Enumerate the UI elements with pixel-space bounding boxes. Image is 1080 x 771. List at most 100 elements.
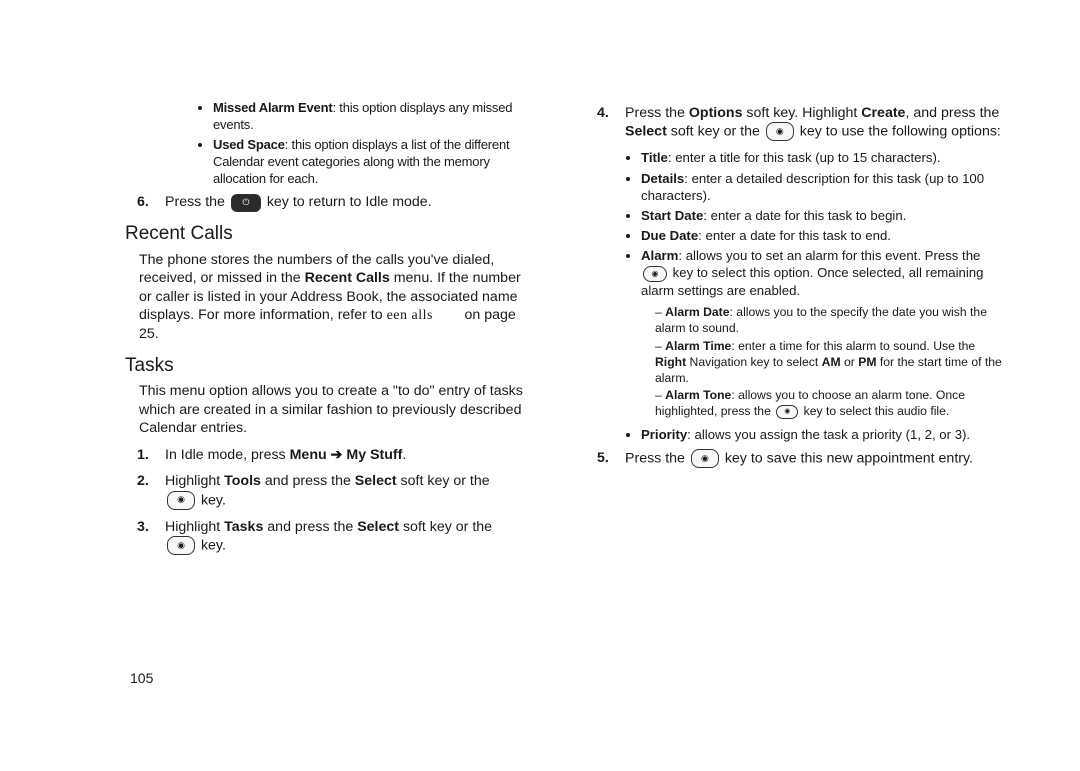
sub-bold: AM	[822, 355, 841, 369]
step-list-c: 4. Press the Options soft key. Highlight…	[585, 104, 1005, 141]
text: and press the	[263, 519, 357, 535]
options-list-tail: Priority: allows you assign the task a p…	[585, 426, 1005, 443]
step-3: 3. Highlight Tasks and press the Select …	[137, 518, 525, 555]
sub-text: key to select this audio file.	[800, 404, 949, 418]
list-item: Alarm Tone: allows you to choose an alar…	[655, 388, 1005, 420]
opt-text: key to select this option. Once selected…	[641, 265, 983, 298]
top-bullet-list: Missed Alarm Event: this option displays…	[125, 100, 525, 187]
right-column: 4. Press the Options soft key. Highlight…	[585, 100, 1005, 680]
sub-text: Navigation key to select	[686, 355, 822, 369]
step-text: Press the ⏻ key to return to Idle mode.	[165, 193, 432, 211]
sub-title: Alarm Date	[665, 305, 729, 319]
step-number: 3.	[137, 518, 165, 555]
text-bold: Create	[861, 105, 905, 121]
text: soft key or the	[399, 519, 492, 535]
step-pre: Press the	[165, 194, 229, 210]
step-post: key to return to Idle mode.	[263, 194, 432, 210]
step-number: 5.	[597, 449, 625, 468]
step-list-d: 5. Press the ◉ key to save this new appo…	[585, 449, 1005, 468]
text-bold: Select	[357, 519, 399, 535]
list-item: Start Date: enter a date for this task t…	[641, 207, 1005, 224]
step-text: In Idle mode, press Menu ➔ My Stuff.	[165, 446, 406, 464]
step-number: 1.	[137, 446, 165, 464]
text-bold: Tasks	[224, 519, 263, 535]
text: soft key or the	[667, 124, 764, 140]
sub-text: : enter a time for this alarm to sound. …	[731, 339, 975, 353]
text-bold: Select	[625, 124, 667, 140]
recent-calls-paragraph: The phone stores the numbers of the call…	[139, 251, 525, 344]
opt-text: : enter a detailed description for this …	[641, 171, 984, 203]
opt-text: : enter a date for this task to begin.	[703, 208, 906, 223]
step-number: 2.	[137, 472, 165, 509]
ok-key-icon: ◉	[776, 405, 798, 419]
ok-key-icon: ◉	[167, 491, 195, 510]
step-number: 6.	[137, 193, 165, 211]
list-item: Priority: allows you assign the task a p…	[641, 426, 1005, 443]
sub-bold: PM	[858, 355, 876, 369]
text: key to use the following options:	[796, 124, 1001, 140]
left-column: Missed Alarm Event: this option displays…	[125, 100, 525, 680]
list-item: Details: enter a detailed description fo…	[641, 170, 1005, 204]
step-4: 4. Press the Options soft key. Highlight…	[597, 104, 1005, 141]
text: soft key or the	[397, 473, 490, 489]
step-1: 1. In Idle mode, press Menu ➔ My Stuff.	[137, 446, 525, 464]
opt-title: Priority	[641, 427, 687, 442]
opt-text: : enter a date for this task to end.	[698, 228, 891, 243]
list-item: Title: enter a title for this task (up t…	[641, 149, 1005, 166]
text: In Idle mode, press	[165, 447, 290, 463]
page-number: 105	[130, 670, 153, 686]
list-item: Alarm Date: allows you to the specify th…	[655, 305, 1005, 337]
sub-title: Alarm Tone	[665, 388, 731, 402]
step-text: Highlight Tasks and press the Select sof…	[165, 518, 492, 555]
bullet-title: Missed Alarm Event	[213, 100, 332, 115]
opt-title: Details	[641, 171, 684, 186]
ok-key-icon: ◉	[167, 536, 195, 555]
tasks-paragraph: This menu option allows you to create a …	[139, 382, 525, 437]
step-6: 6. Press the ⏻ key to return to Idle mod…	[137, 193, 525, 211]
opt-title: Start Date	[641, 208, 703, 223]
opt-title: Due Date	[641, 228, 698, 243]
step-5: 5. Press the ◉ key to save this new appo…	[597, 449, 1005, 468]
list-item: Due Date: enter a date for this task to …	[641, 227, 1005, 244]
step-list-a: 6. Press the ⏻ key to return to Idle mod…	[125, 193, 525, 211]
opt-text: : enter a title for this task (up to 15 …	[668, 150, 941, 165]
text: and press the	[261, 473, 355, 489]
text: , and press the	[905, 105, 999, 121]
text: soft key. Highlight	[742, 105, 861, 121]
step-list-b: 1. In Idle mode, press Menu ➔ My Stuff. …	[125, 446, 525, 555]
options-list: Title: enter a title for this task (up t…	[585, 149, 1005, 299]
text: key to save this new appointment entry.	[721, 450, 973, 466]
bullet-title: Used Space	[213, 137, 285, 152]
step-2: 2. Highlight Tools and press the Select …	[137, 472, 525, 509]
opt-title: Title	[641, 150, 668, 165]
text: .	[402, 447, 406, 463]
list-item: Alarm Time: enter a time for this alarm …	[655, 339, 1005, 387]
heading-tasks: Tasks	[125, 354, 525, 379]
list-item: Used Space: this option displays a list …	[213, 137, 525, 188]
text: Press the	[625, 105, 689, 121]
text: Highlight	[165, 473, 224, 489]
text-bold: Recent Calls	[305, 270, 390, 286]
sub-text: or	[841, 355, 859, 369]
ok-key-icon: ◉	[643, 266, 667, 282]
step-text: Press the ◉ key to save this new appoint…	[625, 449, 973, 468]
opt-text: : allows you assign the task a priority …	[687, 427, 970, 442]
step-number: 4.	[597, 104, 625, 141]
text-bold: Options	[689, 105, 743, 121]
text: Highlight	[165, 519, 224, 535]
sub-bold: Right	[655, 355, 686, 369]
ok-key-icon: ◉	[691, 449, 719, 468]
alarm-sublist: Alarm Date: allows you to the specify th…	[585, 305, 1005, 420]
step-text: Highlight Tools and press the Select sof…	[165, 472, 490, 509]
text: key.	[197, 492, 226, 508]
cross-ref: een alls	[387, 308, 433, 323]
heading-recent-calls: Recent Calls	[125, 222, 525, 247]
step-text: Press the Options soft key. Highlight Cr…	[625, 104, 1005, 141]
text: key.	[197, 537, 226, 553]
sub-title: Alarm Time	[665, 339, 731, 353]
list-item-alarm: Alarm: allows you to set an alarm for th…	[641, 247, 1005, 299]
opt-text: : allows you to set an alarm for this ev…	[678, 248, 980, 263]
page-container: Missed Alarm Event: this option displays…	[0, 0, 1080, 680]
opt-title: Alarm	[641, 248, 678, 263]
text-bold: Tools	[224, 473, 261, 489]
